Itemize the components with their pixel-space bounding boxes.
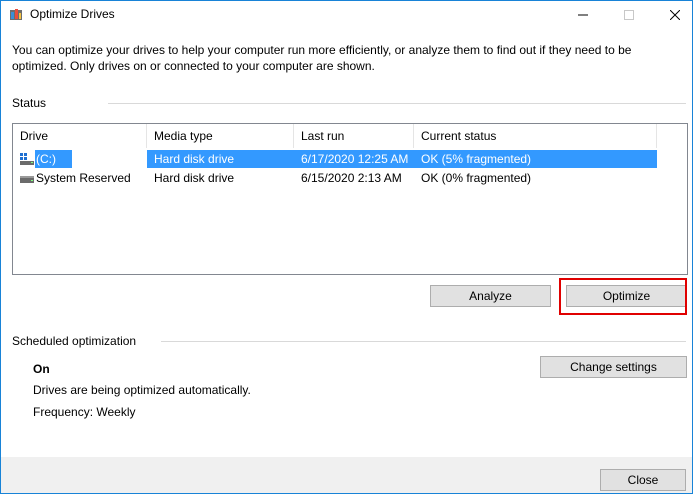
drive-row-system-reserved[interactable]: System Reserved Hard disk drive 6/15/202… xyxy=(13,169,657,187)
close-window-button[interactable] xyxy=(652,1,692,29)
status-section-label: Status xyxy=(12,96,47,110)
column-header-last-run[interactable]: Last run xyxy=(294,124,414,148)
optimize-drives-app-icon xyxy=(10,9,22,20)
drive-current-status: OK (5% fragmented) xyxy=(421,152,532,166)
windows-drive-icon xyxy=(20,153,34,165)
drives-list[interactable]: Drive Media type Last run Current status… xyxy=(12,123,688,275)
close-button[interactable]: Close xyxy=(600,469,686,491)
drive-media-type: Hard disk drive xyxy=(154,171,235,185)
change-settings-button[interactable]: Change settings xyxy=(540,356,687,378)
maximize-icon xyxy=(624,10,634,20)
footer-bar xyxy=(1,457,692,493)
drive-name: System Reserved xyxy=(36,171,131,185)
scheduled-section-label: Scheduled optimization xyxy=(12,334,137,348)
minimize-icon xyxy=(578,14,588,16)
drives-list-header: Drive Media type Last run Current status xyxy=(13,124,687,148)
column-header-drive[interactable]: Drive xyxy=(13,124,147,148)
schedule-description: Drives are being optimized automatically… xyxy=(33,383,251,397)
drive-media-type: Hard disk drive xyxy=(154,152,235,166)
maximize-button[interactable] xyxy=(606,1,652,29)
optimize-highlight-box xyxy=(559,278,687,315)
optimize-drives-window: Optimize Drives You can optimize your dr… xyxy=(0,0,693,494)
schedule-frequency: Frequency: Weekly xyxy=(33,405,136,419)
drive-name: (C:) xyxy=(36,152,56,166)
minimize-button[interactable] xyxy=(560,1,606,29)
close-icon xyxy=(670,10,680,20)
status-divider xyxy=(108,103,686,104)
drive-last-run: 6/15/2020 2:13 AM xyxy=(301,171,402,185)
scheduled-divider xyxy=(161,341,686,342)
intro-text: You can optimize your drives to help you… xyxy=(12,43,632,73)
schedule-state: On xyxy=(33,362,50,376)
drive-row-c[interactable]: (C:) Hard disk drive 6/17/2020 12:25 AM … xyxy=(13,150,657,168)
analyze-button[interactable]: Analyze xyxy=(430,285,551,307)
drive-icon xyxy=(20,176,34,183)
column-header-current-status[interactable]: Current status xyxy=(414,124,657,148)
column-header-media-type[interactable]: Media type xyxy=(147,124,294,148)
title-bar[interactable]: Optimize Drives xyxy=(1,1,692,29)
window-title: Optimize Drives xyxy=(30,7,115,21)
drive-current-status: OK (0% fragmented) xyxy=(421,171,532,185)
drive-last-run: 6/17/2020 12:25 AM xyxy=(301,152,409,166)
